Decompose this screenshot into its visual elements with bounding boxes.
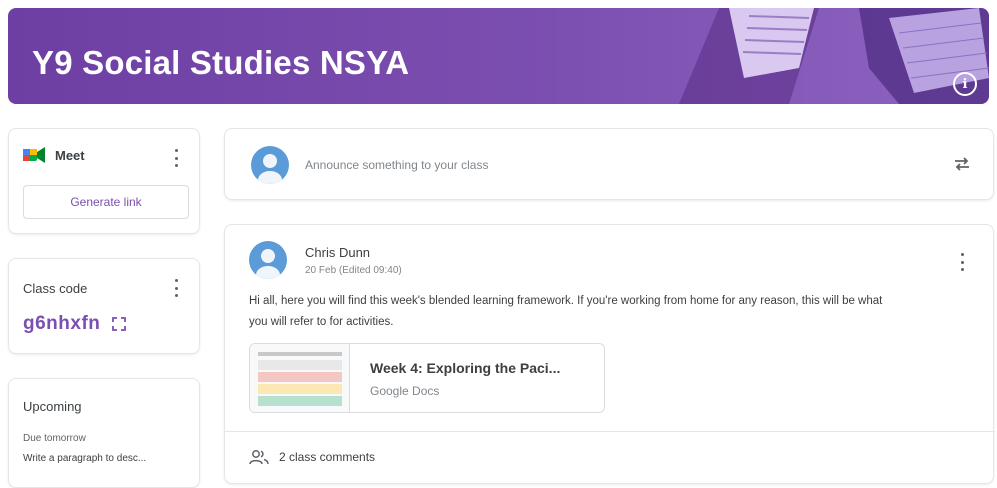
announcement-post: Chris Dunn 20 Feb (Edited 09:40) Hi all,… — [224, 224, 995, 484]
repost-icon[interactable] — [951, 153, 973, 175]
post-author: Chris Dunn — [305, 245, 371, 260]
meet-more-icon[interactable] — [173, 149, 179, 167]
announce-box[interactable]: Announce something to your class — [224, 128, 994, 200]
class-code-text: g6nhxfn — [23, 313, 101, 334]
post-body-line-2: you will refer to for activities. — [249, 316, 394, 328]
attachment-thumbnail — [250, 344, 350, 412]
avatar — [249, 241, 287, 279]
attachment-card[interactable]: Week 4: Exploring the Paci... Google Doc… — [249, 343, 605, 413]
meet-header: Meet — [23, 147, 85, 163]
avatar — [251, 146, 289, 184]
post-body-line-1: Hi all, here you will find this week's b… — [249, 295, 883, 307]
class-code-card: Class code g6nhxfn — [8, 258, 200, 354]
attachment-title[interactable]: Week 4: Exploring the Paci... — [370, 360, 560, 376]
announce-input[interactable]: Announce something to your class — [305, 158, 488, 172]
upcoming-label: Upcoming — [23, 399, 82, 414]
class-code-more-icon[interactable] — [173, 279, 179, 297]
google-meet-icon — [23, 147, 45, 163]
post-more-icon[interactable] — [959, 253, 965, 271]
post-body: Hi all, here you will find this week's b… — [249, 291, 969, 333]
class-comments-link[interactable]: 2 class comments — [249, 449, 375, 465]
fullscreen-icon[interactable] — [112, 317, 127, 331]
upcoming-item-link[interactable]: Write a paragraph to desc... — [23, 453, 146, 464]
class-code-value: g6nhxfn — [23, 313, 127, 335]
info-icon[interactable]: i — [953, 72, 977, 96]
banner-illustration — [679, 8, 989, 104]
class-comments-text[interactable]: 2 class comments — [279, 450, 375, 464]
upcoming-card: Upcoming Due tomorrow Write a paragraph … — [8, 378, 200, 488]
post-divider — [225, 431, 995, 432]
class-banner: Y9 Social Studies NSYA i — [8, 8, 989, 104]
meet-card: Meet Generate link — [8, 128, 200, 234]
attachment-type: Google Docs — [370, 384, 440, 398]
class-code-label: Class code — [23, 281, 88, 296]
people-icon — [249, 450, 269, 465]
generate-link-button[interactable]: Generate link — [23, 185, 189, 219]
meet-label: Meet — [55, 147, 85, 163]
due-label: Due tomorrow — [23, 433, 86, 444]
class-title: Y9 Social Studies NSYA — [32, 44, 410, 81]
post-date: 20 Feb (Edited 09:40) — [305, 265, 402, 276]
